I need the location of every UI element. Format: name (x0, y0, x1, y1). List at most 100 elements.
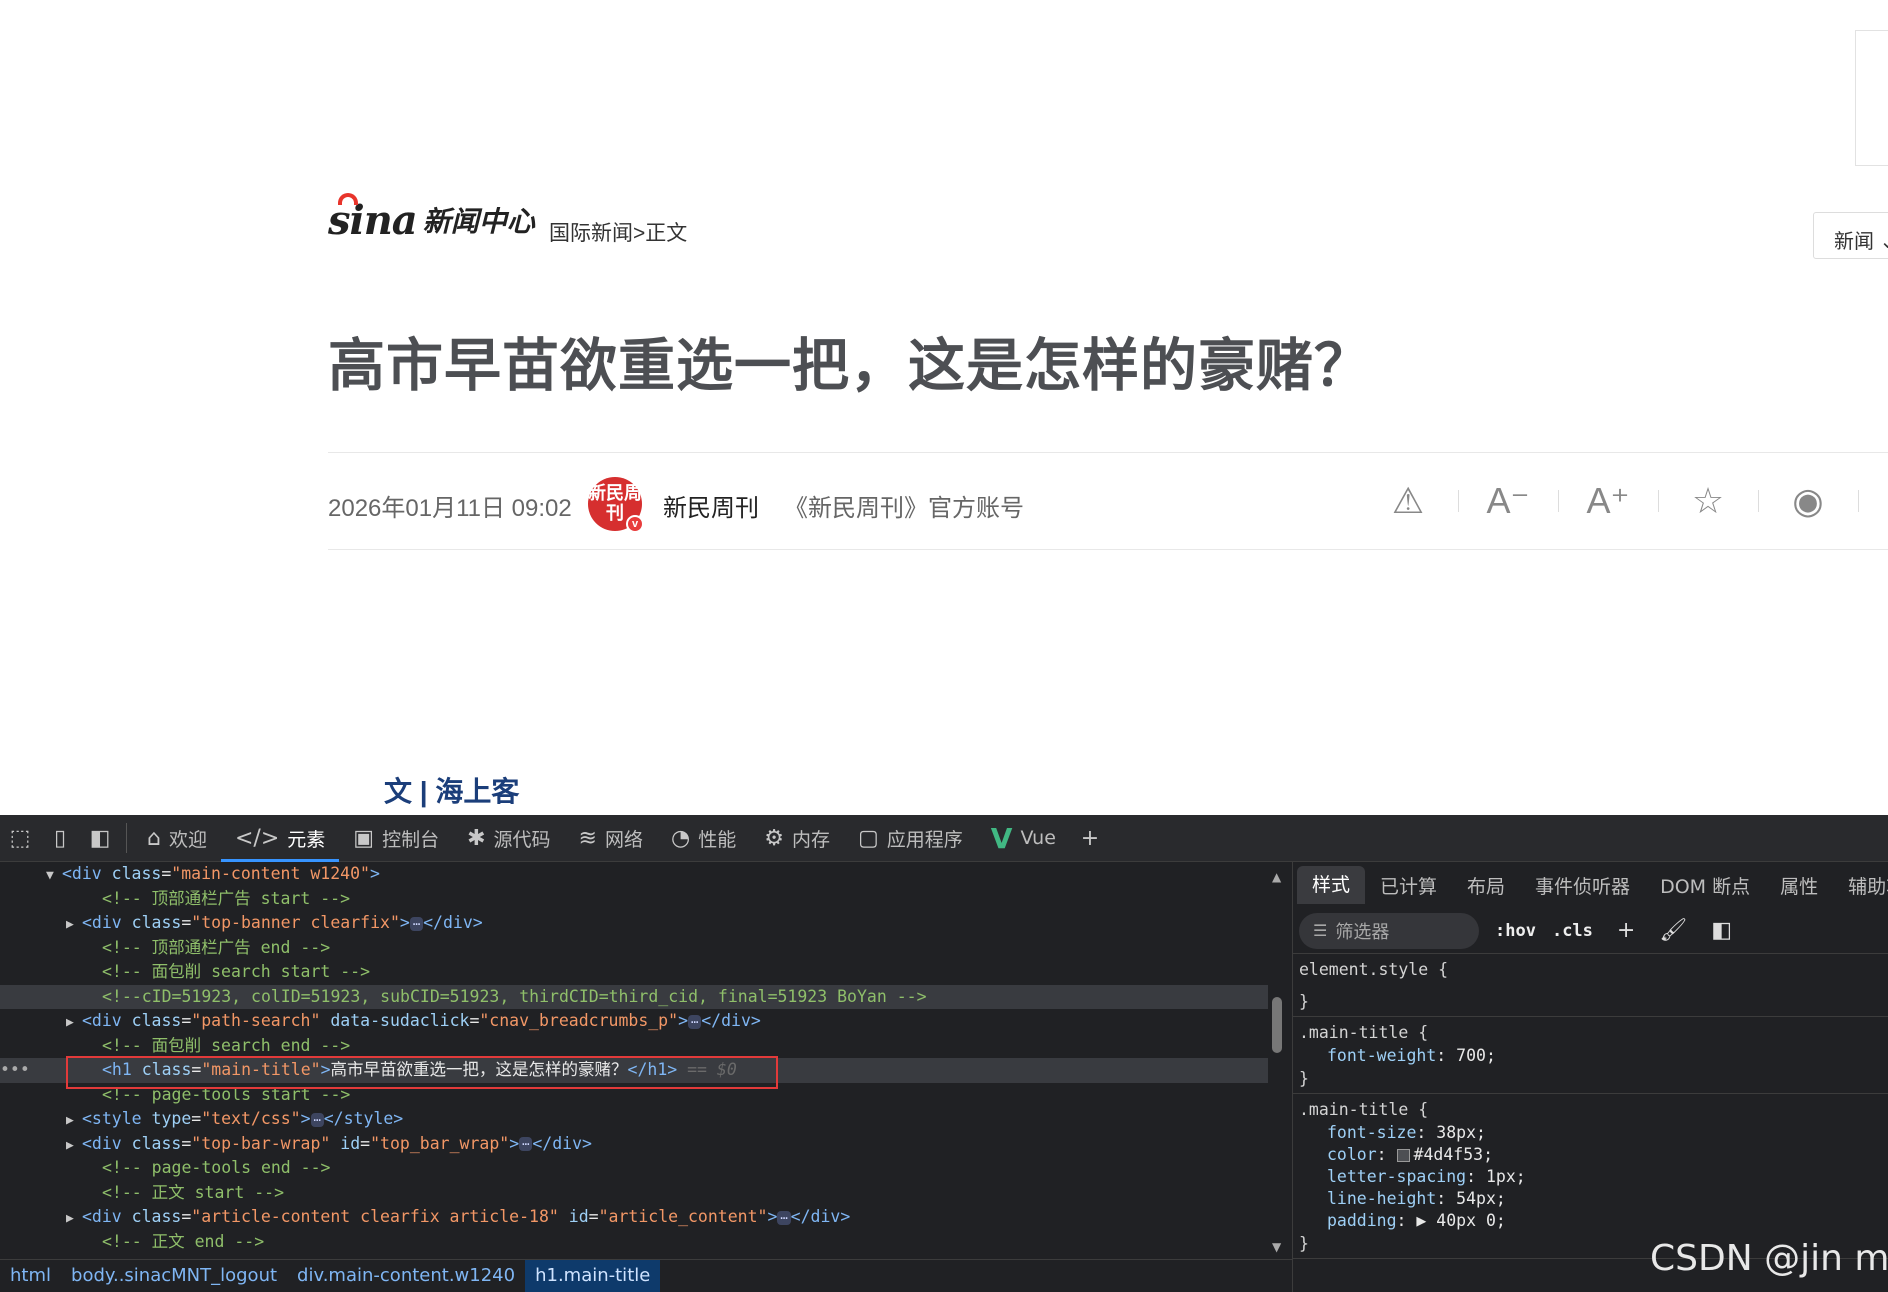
elements-scrollbar[interactable]: ▲ ▼ (1268, 862, 1286, 1259)
expand-arrow-icon[interactable]: ▶ (66, 913, 82, 938)
rule-selector[interactable]: .main-title { (1299, 1098, 1888, 1122)
styles-tab[interactable]: 事件侦听器 (1520, 872, 1645, 899)
device-toolbar-icon[interactable]: ▯ (40, 815, 80, 862)
right-side-panel (1855, 30, 1888, 166)
style-declaration[interactable]: line-height: 54px; (1299, 1188, 1888, 1210)
style-declaration[interactable]: padding: ▶ 40px 0; (1299, 1210, 1888, 1232)
expand-arrow-icon[interactable]: ▶ (66, 1134, 82, 1159)
scroll-down-icon[interactable]: ▼ (1272, 1240, 1281, 1254)
empty-rule-body[interactable] (1299, 982, 1888, 990)
node-actions-icon[interactable]: ••• (0, 1058, 30, 1083)
dom-node-row[interactable]: ▶ <style type="text/css"> ⋯ </style> (0, 1107, 1268, 1132)
paint-brush-icon[interactable]: 🖌 (1659, 918, 1687, 943)
style-declaration[interactable]: font-weight: 700; (1299, 1045, 1888, 1067)
channel-select[interactable]: 新闻 ⌄ (1813, 212, 1888, 259)
devtools-tab[interactable]: </> 元素 (220, 815, 340, 862)
collapsed-ellipsis-icon[interactable]: ⋯ (519, 1137, 533, 1151)
breadcrumb-item[interactable]: html (0, 1260, 61, 1292)
source-link[interactable]: 新民周刊 (663, 488, 759, 523)
collapsed-ellipsis-icon[interactable]: ⋯ (310, 1112, 324, 1127)
property-value[interactable]: 700; (1456, 1046, 1496, 1065)
weibo-icon[interactable]: ◉ (1758, 476, 1858, 526)
expand-arrow-icon[interactable]: ▶ (66, 1011, 82, 1036)
devtools-tab[interactable]: ⚙ 内存 (750, 815, 844, 862)
devtools-tab[interactable]: ▣ 控制台 (339, 815, 453, 862)
property-value[interactable]: ▶ 40px 0; (1416, 1211, 1505, 1230)
dock-side-icon[interactable]: ◧ (80, 815, 120, 862)
property-name[interactable]: color (1327, 1145, 1377, 1164)
dom-node-row[interactable]: <!-- 正文 start --> (0, 1181, 1268, 1206)
styles-filter-input[interactable]: ☰ 筛选器 (1299, 912, 1479, 949)
dom-node-row[interactable]: <!-- 正文 end --> (0, 1230, 1268, 1255)
styles-tab[interactable]: 样式 (1297, 866, 1366, 904)
property-value[interactable]: #4d4f53; (1414, 1145, 1493, 1164)
warning-icon[interactable]: ⚠ (1358, 476, 1458, 526)
devtools-tab[interactable]: ≋ 网络 (565, 815, 657, 862)
collapsed-ellipsis-icon[interactable]: ⋯ (409, 916, 424, 931)
property-value[interactable]: 54px; (1456, 1189, 1506, 1208)
devtools-tab[interactable]: ▢ 应用程序 (844, 815, 977, 862)
cls-button[interactable]: .cls (1552, 921, 1593, 941)
collapsed-ellipsis-icon[interactable]: ⋯ (777, 1210, 791, 1225)
dom-node-row[interactable]: <!-- page-tools end --> (0, 1156, 1268, 1181)
code-token: "article_content" (598, 1207, 768, 1226)
styles-tab[interactable]: 布局 (1452, 872, 1520, 899)
breadcrumb-item[interactable]: body..sinacMNT_logout (61, 1260, 287, 1292)
scroll-thumb[interactable] (1272, 997, 1282, 1053)
property-name[interactable]: line-height (1327, 1189, 1436, 1208)
style-rule[interactable]: .main-title {font-size: 38px; color: #4d4… (1293, 1094, 1888, 1259)
dom-node-row[interactable]: <!-- 面包削 search start --> (0, 960, 1268, 985)
font-decrease-icon[interactable]: A⁻ (1458, 476, 1558, 526)
font-increase-icon[interactable]: A⁺ (1558, 476, 1658, 526)
color-swatch-icon[interactable] (1396, 1149, 1410, 1162)
property-name[interactable]: letter-spacing (1327, 1167, 1466, 1186)
scroll-up-icon[interactable]: ▲ (1272, 870, 1281, 884)
new-rule-icon[interactable]: + (1617, 918, 1635, 943)
styles-tab[interactable]: 属性 (1765, 872, 1833, 899)
dom-node-row[interactable]: ▶ <div class="top-banner clearfix"> ⋯ </div… (0, 911, 1268, 936)
site-logo[interactable]: sina 新闻中心 (328, 193, 535, 244)
hov-button[interactable]: :hov (1495, 921, 1536, 941)
star-icon[interactable]: ☆ (1658, 476, 1758, 526)
style-declaration[interactable]: letter-spacing: 1px; (1299, 1166, 1888, 1188)
toggle-sidebar-icon[interactable]: ◧ (1711, 918, 1732, 943)
styles-tab[interactable]: 已计算 (1365, 872, 1452, 899)
rule-selector[interactable]: element.style { (1299, 958, 1888, 982)
collapsed-ellipsis-icon[interactable]: ⋯ (688, 1014, 702, 1029)
dom-node-row[interactable]: ▶ <div class="top-bar-wrap" id="top_bar_w… (0, 1132, 1268, 1157)
devtools-tab[interactable]: ✱ 源代码 (453, 815, 564, 862)
dom-node-row[interactable]: ▼ <div class="main-content w1240"> (0, 862, 1268, 887)
dom-node-row[interactable]: <!--cID=51923, colID=51923, subCID=51923… (0, 984, 1268, 1009)
style-rule[interactable]: .main-title {font-weight: 700;} (1293, 1017, 1888, 1094)
comment-icon[interactable]: ◌ (1858, 476, 1888, 526)
devtools-tab[interactable]: ⌂ 欢迎 (133, 815, 221, 862)
property-name[interactable]: font-size (1327, 1123, 1416, 1142)
dom-node-row[interactable]: ▶ <div class="path-search" data-sudaclick… (0, 1009, 1268, 1034)
style-declaration[interactable]: color: #4d4f53; (1299, 1144, 1888, 1166)
property-name[interactable]: font-weight (1327, 1046, 1436, 1065)
dom-node-row[interactable]: ▶ <div class="article-content clearfix ar… (0, 1205, 1268, 1230)
inspect-element-icon[interactable]: ⬚ (0, 815, 40, 862)
style-rule[interactable]: element.style {} (1293, 954, 1888, 1017)
style-declaration[interactable]: font-size: 38px; (1299, 1122, 1888, 1144)
dom-node-row[interactable]: <!-- 顶部通栏广告 start --> (0, 887, 1268, 912)
property-name[interactable]: padding (1327, 1211, 1397, 1230)
property-value[interactable]: 1px; (1486, 1167, 1526, 1186)
dom-node-row[interactable]: <!-- 顶部通栏广告 end --> (0, 936, 1268, 961)
styles-tab[interactable]: DOM 断点 (1645, 872, 1765, 899)
rule-selector[interactable]: .main-title { (1299, 1021, 1888, 1045)
breadcrumb[interactable]: 国际新闻>正文 (549, 217, 687, 247)
property-value[interactable]: 38px; (1436, 1123, 1486, 1142)
devtools-tab[interactable]: V Vue (977, 815, 1070, 862)
styles-tab[interactable]: 辅助功能 (1833, 872, 1888, 899)
media-avatar[interactable]: 新民周刊 v (588, 477, 644, 533)
expand-arrow-icon[interactable]: ▼ (46, 864, 62, 889)
breadcrumb-item[interactable]: h1.main-title (525, 1260, 661, 1292)
dom-node-row[interactable]: <!-- 面包削 search end --> (0, 1034, 1268, 1059)
vue-icon: V (990, 821, 1013, 855)
breadcrumb-item[interactable]: div.main-content.w1240 (287, 1260, 525, 1292)
expand-arrow-icon[interactable]: ▶ (66, 1207, 82, 1232)
expand-arrow-icon[interactable]: ▶ (66, 1109, 82, 1134)
add-tab-icon[interactable]: + (1070, 815, 1110, 862)
devtools-tab[interactable]: ◔ 性能 (657, 815, 750, 862)
